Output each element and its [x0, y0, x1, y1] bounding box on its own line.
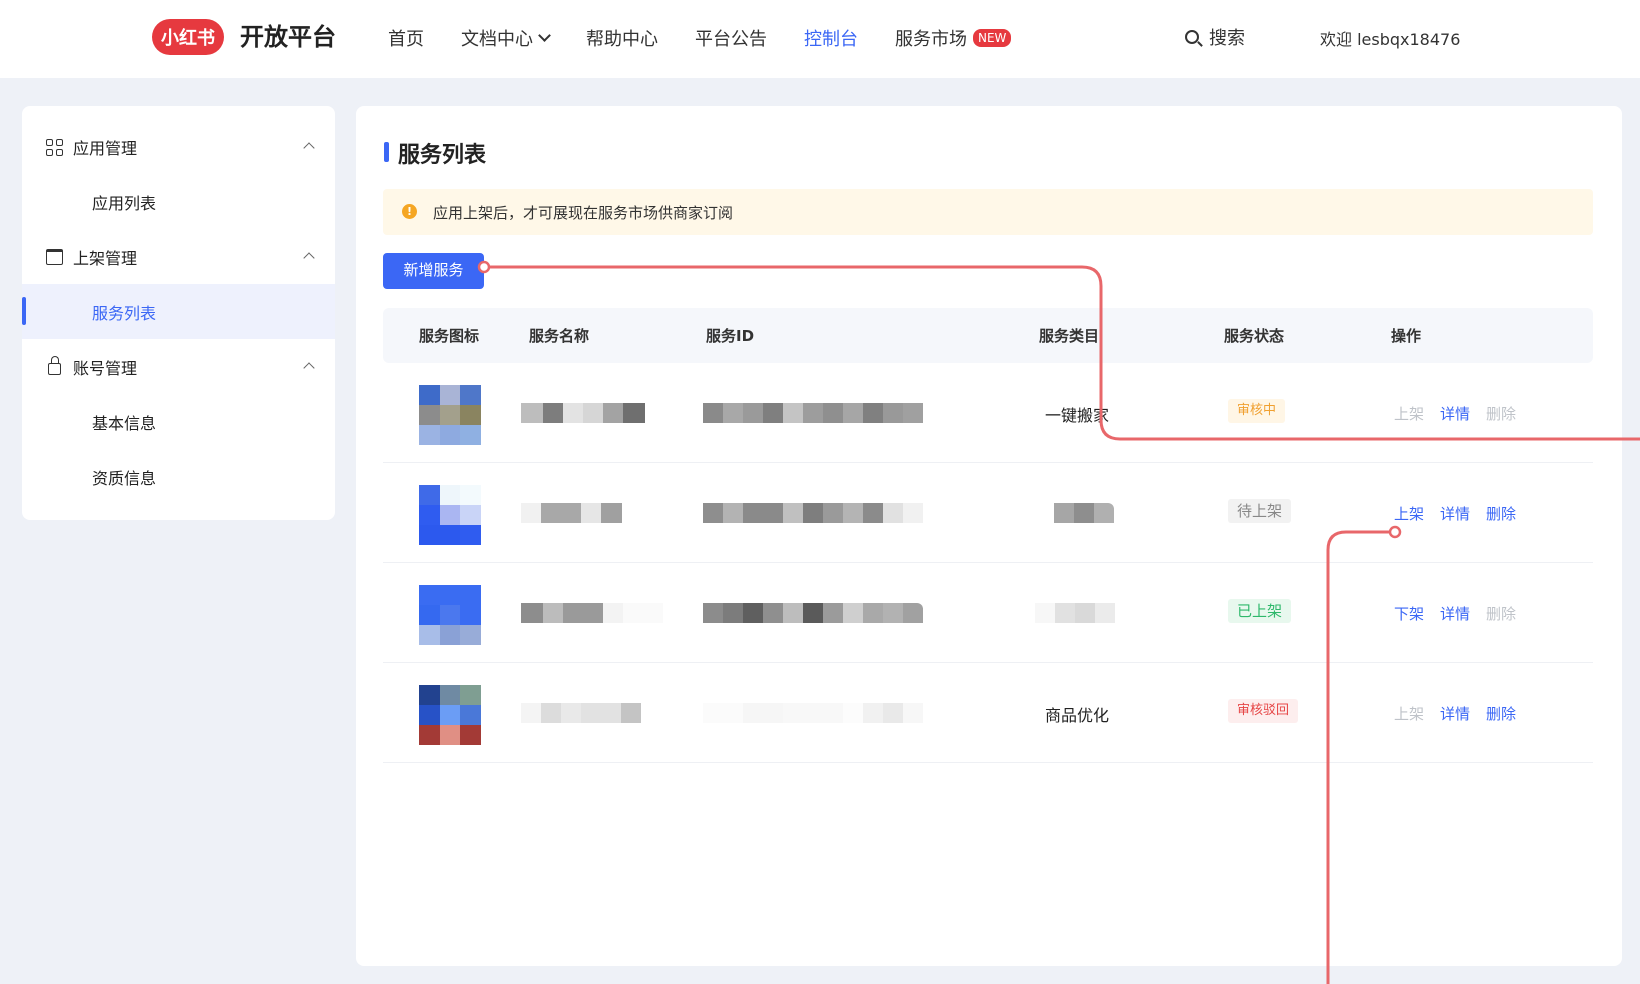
- nav-help[interactable]: 帮助中心: [586, 25, 658, 51]
- service-id-redacted: [703, 703, 923, 723]
- table-row: 已上架 下架 详情 删除: [383, 563, 1593, 663]
- warning-icon: !: [402, 204, 417, 219]
- row-actions: 下架 详情 删除: [1394, 603, 1532, 624]
- sidebar-item-label: 基本信息: [92, 414, 157, 433]
- nav-docs-label: 文档中心: [461, 29, 533, 50]
- notice-text: 应用上架后，才可展现在服务市场供商家订阅: [433, 204, 734, 222]
- nav-home[interactable]: 首页: [388, 25, 424, 51]
- service-id-redacted: [703, 403, 923, 423]
- search-icon: [1185, 30, 1199, 44]
- lock-icon: [48, 356, 61, 375]
- service-category: 一键搬家: [1045, 406, 1110, 425]
- main-nav: 首页 文档中心 帮助中心 平台公告 控制台 服务市场 NEW: [388, 20, 1048, 56]
- sidebar: 应用管理 应用列表 上架管理 服务列表 账号管理 基本信息 资质信息: [22, 106, 335, 520]
- add-service-button[interactable]: 新增服务: [383, 253, 484, 289]
- list-button[interactable]: 上架: [1394, 403, 1424, 424]
- column-header-actions: 操作: [1391, 327, 1422, 345]
- column-header-icon: 服务图标: [419, 327, 480, 345]
- table-row: 商品优化 审核驳回 上架 详情 删除: [383, 663, 1593, 763]
- sidebar-item-label: 资质信息: [92, 469, 157, 488]
- sidebar-item-basic-info[interactable]: 基本信息: [22, 394, 335, 449]
- sidebar-item-label: 服务列表: [92, 304, 157, 323]
- nav-service-market[interactable]: 服务市场 NEW: [895, 25, 1012, 51]
- store-icon: [46, 249, 63, 265]
- service-category-redacted: [1035, 603, 1115, 623]
- service-name-redacted: [521, 703, 641, 723]
- nav-announcements[interactable]: 平台公告: [695, 25, 767, 51]
- grid-icon: [46, 139, 63, 156]
- active-indicator: [22, 297, 26, 325]
- column-header-id: 服务ID: [706, 327, 755, 345]
- delete-button[interactable]: 删除: [1486, 703, 1516, 724]
- column-header-name: 服务名称: [529, 327, 590, 345]
- welcome-user[interactable]: 欢迎 lesbqx18476: [1320, 26, 1460, 50]
- brand-title: 开放平台: [240, 23, 336, 51]
- row-actions: 上架 详情 删除: [1394, 503, 1532, 524]
- detail-button[interactable]: 详情: [1440, 703, 1470, 724]
- status-badge: 待上架: [1228, 499, 1292, 523]
- detail-button[interactable]: 详情: [1440, 603, 1470, 624]
- sidebar-group-app-management[interactable]: 应用管理: [22, 119, 335, 174]
- status-badge: 审核驳回: [1228, 699, 1299, 723]
- sidebar-item-label: 应用列表: [92, 194, 157, 213]
- new-badge: NEW: [973, 29, 1012, 47]
- delete-button[interactable]: 删除: [1486, 603, 1516, 624]
- column-header-status: 服务状态: [1224, 327, 1285, 345]
- column-header-category: 服务类目: [1039, 327, 1100, 345]
- chevron-up-icon: [303, 252, 315, 264]
- sidebar-group-listing-management[interactable]: 上架管理: [22, 229, 335, 284]
- service-category: 商品优化: [1045, 706, 1110, 725]
- search-label: 搜索: [1209, 28, 1245, 49]
- delete-button[interactable]: 删除: [1486, 403, 1516, 424]
- service-icon-thumbnail: [419, 485, 481, 545]
- page-title: 服务列表: [398, 143, 487, 168]
- table-row: 一键搬家 审核中 上架 详情 删除: [383, 363, 1593, 463]
- title-accent-bar: [384, 142, 389, 162]
- unlist-button[interactable]: 下架: [1394, 603, 1424, 624]
- detail-button[interactable]: 详情: [1440, 503, 1470, 524]
- nav-docs[interactable]: 文档中心: [461, 25, 551, 51]
- service-id-redacted: [703, 603, 923, 623]
- sidebar-group-label: 账号管理: [73, 359, 138, 378]
- xiaohongshu-logo[interactable]: 小红书: [152, 19, 224, 55]
- search-button[interactable]: 搜索: [1185, 24, 1245, 50]
- sidebar-group-label: 应用管理: [73, 139, 138, 158]
- status-badge: 已上架: [1228, 599, 1292, 623]
- nav-console[interactable]: 控制台: [804, 25, 858, 51]
- main-panel: 服务列表 ! 应用上架后，才可展现在服务市场供商家订阅 新增服务 服务图标 服务…: [356, 106, 1622, 966]
- top-nav-bar: 小红书 开放平台 首页 文档中心 帮助中心 平台公告 控制台 服务市场 NEW …: [0, 0, 1640, 78]
- service-id-redacted: [703, 503, 923, 523]
- chevron-down-icon: [538, 29, 551, 42]
- notice-banner: ! 应用上架后，才可展现在服务市场供商家订阅: [383, 189, 1593, 235]
- detail-button[interactable]: 详情: [1440, 403, 1470, 424]
- sidebar-group-account-management[interactable]: 账号管理: [22, 339, 335, 394]
- list-button[interactable]: 上架: [1394, 703, 1424, 724]
- table-header: 服务图标 服务名称 服务ID 服务类目 服务状态 操作: [383, 308, 1593, 363]
- list-button[interactable]: 上架: [1394, 503, 1424, 524]
- service-name-redacted: [521, 403, 645, 423]
- chevron-up-icon: [303, 362, 315, 374]
- nav-service-market-label: 服务市场: [895, 29, 967, 50]
- service-name-redacted: [521, 503, 622, 523]
- service-icon-thumbnail: [419, 585, 481, 645]
- row-actions: 上架 详情 删除: [1394, 403, 1532, 424]
- sidebar-group-label: 上架管理: [73, 249, 138, 268]
- service-category-redacted: [1054, 503, 1114, 523]
- service-icon-thumbnail: [419, 685, 481, 745]
- service-name-redacted: [521, 603, 663, 623]
- sidebar-item-service-list[interactable]: 服务列表: [22, 284, 335, 339]
- row-actions: 上架 详情 删除: [1394, 703, 1532, 724]
- table-row: 待上架 上架 详情 删除: [383, 463, 1593, 563]
- sidebar-item-app-list[interactable]: 应用列表: [22, 174, 335, 229]
- status-badge: 审核中: [1228, 399, 1286, 423]
- sidebar-item-qualification-info[interactable]: 资质信息: [22, 449, 335, 504]
- chevron-up-icon: [303, 142, 315, 154]
- delete-button[interactable]: 删除: [1486, 503, 1516, 524]
- service-icon-thumbnail: [419, 385, 481, 445]
